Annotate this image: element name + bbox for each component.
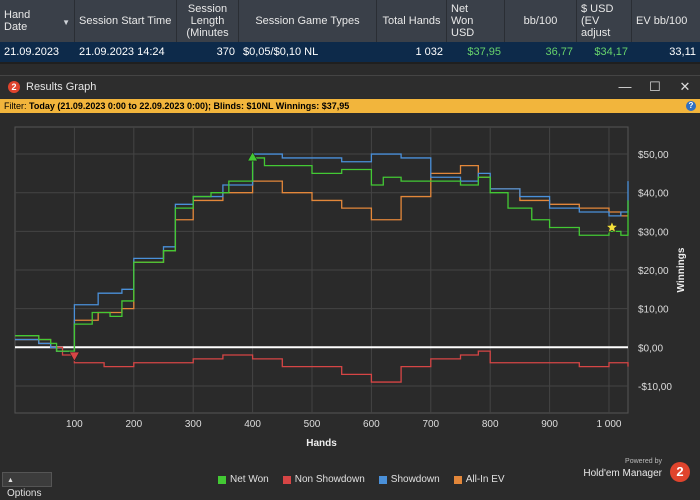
y-axis-label: Winnings — [676, 247, 687, 292]
col-session-length[interactable]: Session Length (Minutes — [177, 0, 239, 42]
x-tick-label: 300 — [185, 419, 202, 430]
y-tick-label: -$10,00 — [638, 382, 672, 393]
table-header: Hand Date ▼ Session Start Time Session L… — [0, 0, 700, 42]
col-net-won[interactable]: Net Won USD — [447, 0, 505, 42]
legend-label: Non Showdown — [294, 474, 365, 485]
minimize-icon[interactable]: — — [612, 78, 638, 96]
col-ev-usd[interactable]: $ USD (EV adjust — [577, 0, 632, 42]
legend-label: All-In EV — [465, 474, 505, 485]
col-ev-bb100[interactable]: EV bb/100 — [632, 0, 700, 42]
cell-ev-bb: 33,11 — [669, 46, 696, 58]
filter-text: Today (21.09.2023 0:00 to 22.09.2023 0:0… — [29, 101, 350, 111]
powered-by-text: Powered by — [625, 458, 662, 465]
results-chart: 100 200 300 400 500 600 700 800 900 1 000 -$10,00 $… — [0, 113, 700, 491]
brand: Powered by Hold'em Manager 2 — [583, 458, 692, 488]
col-label: Session Length (Minutes — [186, 3, 229, 39]
legend-label: Showdown — [390, 474, 440, 485]
app-logo-icon: 2 — [8, 81, 20, 93]
x-axis-label: Hands — [306, 438, 337, 449]
col-hand-date[interactable]: Hand Date ▼ — [0, 0, 75, 42]
col-label: EV bb/100 — [636, 15, 688, 27]
filter-label: Filter: — [4, 101, 27, 111]
col-label: $ USD (EV adjust — [581, 3, 614, 39]
col-label: Session Game Types — [255, 15, 360, 27]
x-tick-label: 100 — [66, 419, 83, 430]
brand-name: Hold'em Manager — [583, 468, 662, 479]
window-titlebar[interactable]: 2 Results Graph — ☐ ✕ — [0, 76, 700, 98]
x-tick-label: 800 — [482, 419, 499, 430]
chart-legend: Net Won Non Showdown Showdown All-In EV — [218, 474, 505, 485]
legend-swatch — [282, 475, 291, 484]
filter-bar[interactable]: Filter: Today (21.09.2023 0:00 to 22.09.… — [0, 99, 700, 113]
bottom-bar: ▲ Options Net Won Non Showdown Showdown All… — [0, 458, 700, 499]
window-title: Results Graph — [26, 81, 97, 93]
cell-hands: 1 032 — [415, 46, 443, 58]
legend-item[interactable]: Non Showdown — [282, 474, 365, 485]
maximize-icon[interactable]: ☐ — [642, 78, 668, 96]
col-label: bb/100 — [523, 15, 558, 27]
col-total-hands[interactable]: Total Hands — [377, 0, 447, 42]
x-tick-label: 700 — [422, 419, 439, 430]
col-game-types[interactable]: Session Game Types — [239, 0, 377, 42]
legend-item[interactable]: All-In EV — [453, 474, 505, 485]
y-tick-label: $10,00 — [638, 305, 669, 316]
cell-ev-usd: $34,17 — [594, 46, 628, 58]
y-tick-label: $40,00 — [638, 189, 669, 200]
legend-item[interactable]: Net Won — [218, 474, 269, 485]
session-report-table: Hand Date ▼ Session Start Time Session L… — [0, 0, 700, 64]
chart-svg: 100 200 300 400 500 600 700 800 900 1 000 -$10,00 $… — [14, 126, 687, 449]
legend-swatch — [218, 475, 226, 484]
info-icon[interactable]: ? — [686, 101, 696, 111]
close-icon[interactable]: ✕ — [672, 78, 698, 96]
cell-hand-date: 21.09.2023 — [4, 46, 60, 58]
legend-label: Net Won — [230, 474, 269, 485]
table-row[interactable]: 21.09.2023 21.09.2023 14:24 370 $0,05/$0… — [0, 42, 700, 62]
cell-net-won: $37,95 — [467, 46, 501, 58]
x-tick-label: 200 — [125, 419, 142, 430]
col-bb100[interactable]: bb/100 — [505, 0, 577, 42]
cell-length: 370 — [216, 46, 235, 58]
x-tick-label: 600 — [363, 419, 380, 430]
brand-logo-icon: 2 — [670, 462, 690, 482]
x-tick-label: 400 — [244, 419, 261, 430]
x-tick-label: 500 — [304, 419, 321, 430]
cell-types: $0,05/$0,10 NL — [243, 46, 319, 58]
y-tick-label: $30,00 — [638, 227, 669, 238]
col-label: Total Hands — [382, 15, 441, 27]
x-tick-label: 1 000 — [596, 419, 621, 430]
cell-bb100: 36,77 — [545, 46, 573, 58]
legend-swatch — [378, 475, 387, 484]
col-label: Hand Date — [4, 9, 31, 33]
legend-item[interactable]: Showdown — [378, 474, 440, 485]
col-session-start[interactable]: Session Start Time — [75, 0, 177, 42]
cell-start: 21.09.2023 14:24 — [79, 46, 165, 58]
y-tick-label: $0,00 — [638, 343, 663, 354]
sort-down-icon[interactable]: ▼ — [62, 17, 70, 29]
col-label: Net Won USD — [451, 3, 475, 39]
legend-swatch — [453, 475, 462, 484]
options-button[interactable]: ▲ Options — [2, 472, 52, 499]
results-graph-window: 2 Results Graph — ☐ ✕ Filter: Today (21.… — [0, 75, 700, 499]
x-tick-label: 900 — [541, 419, 558, 430]
col-label: Session Start Time — [79, 15, 172, 27]
chevron-up-icon: ▲ — [7, 477, 14, 484]
y-tick-label: $50,00 — [638, 150, 669, 161]
y-tick-label: $20,00 — [638, 266, 669, 277]
